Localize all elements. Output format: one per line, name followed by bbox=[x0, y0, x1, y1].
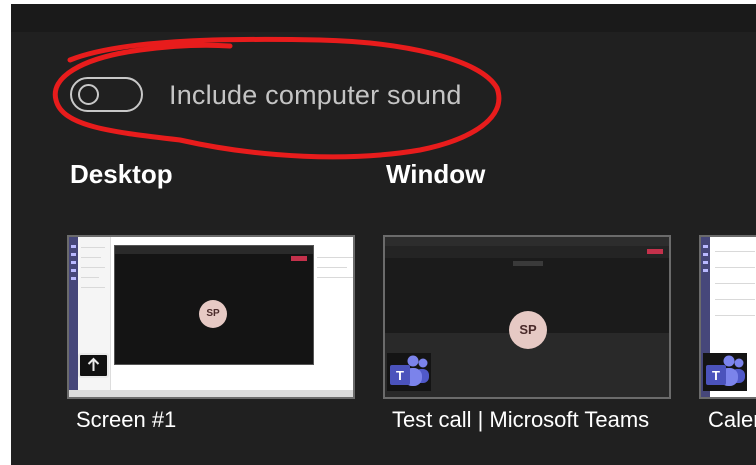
screen-thumbnail[interactable]: SP bbox=[67, 235, 355, 399]
mini-taskbar bbox=[69, 390, 353, 397]
include-sound-label: Include computer sound bbox=[169, 80, 462, 110]
teams-icon-2: T bbox=[703, 353, 747, 391]
call-avatar: SP bbox=[509, 311, 547, 349]
mini-teams-sidebar bbox=[69, 237, 78, 397]
share-content-panel: Include computer sound Desktop Window SP bbox=[11, 4, 756, 465]
test-call-thumbnail[interactable]: SP T bbox=[383, 235, 671, 399]
mini-avatar: SP bbox=[199, 300, 227, 328]
panel-top-bar bbox=[11, 4, 756, 32]
include-sound-toggle[interactable] bbox=[70, 77, 143, 112]
calendar-thumbnail[interactable]: T bbox=[699, 235, 756, 399]
mini-call-window: SP bbox=[114, 245, 314, 365]
desktop-section-title: Desktop bbox=[70, 159, 173, 189]
toggle-knob bbox=[78, 84, 99, 105]
test-call-thumbnail-caption: Test call | Microsoft Teams bbox=[392, 407, 650, 432]
window-section-title: Window bbox=[386, 159, 486, 189]
share-screen-icon bbox=[78, 353, 109, 378]
screen-thumbnail-caption: Screen #1 bbox=[76, 407, 177, 432]
svg-text:T: T bbox=[712, 368, 720, 383]
teams-icon: T bbox=[387, 353, 431, 391]
svg-text:T: T bbox=[396, 368, 404, 383]
calendar-thumbnail-caption: Caler bbox=[708, 407, 756, 432]
